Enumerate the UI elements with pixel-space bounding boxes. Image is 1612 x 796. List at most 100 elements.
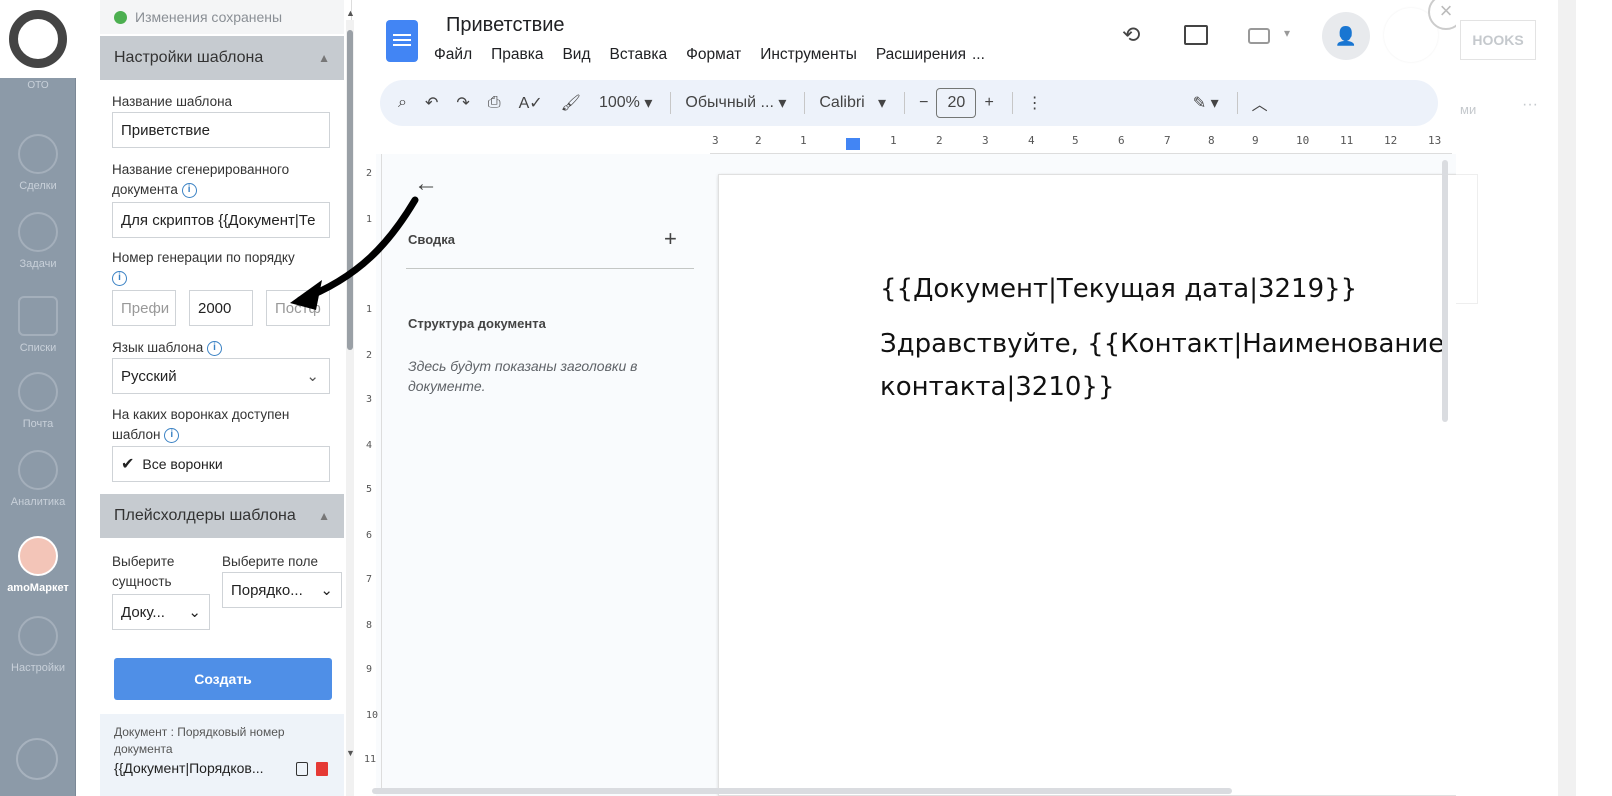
chart-icon [18, 450, 58, 490]
label-text: На каких воронках доступен шаблон [112, 407, 290, 442]
ruler-tick: 10 [1296, 134, 1310, 147]
doc-scroll-thumb[interactable] [1442, 160, 1448, 422]
font-size-increase-icon[interactable]: + [984, 88, 993, 118]
scroll-up-icon[interactable]: ▲ [346, 8, 355, 18]
info-icon[interactable]: i [164, 427, 180, 443]
menu-insert[interactable]: Вставка [610, 46, 668, 64]
document-title[interactable]: Приветствие [446, 14, 565, 37]
background-page: HOOKS ми ··· [1456, 0, 1612, 796]
menu-file[interactable]: Файл [434, 46, 472, 64]
template-name-label: Название шаблона [112, 94, 233, 109]
select-value: Доку... [121, 603, 165, 621]
collapse-menus-icon[interactable]: ︿ [1252, 88, 1268, 118]
chat-icon[interactable] [16, 738, 58, 780]
bg-partial-text: ми [1460, 102, 1477, 117]
meet-icon[interactable] [1248, 28, 1270, 44]
create-button[interactable]: Создать [114, 658, 332, 700]
lang-select[interactable]: Русский ⌄ [112, 358, 330, 394]
menu-more[interactable]: ... [972, 46, 985, 64]
print-icon[interactable]: ⎙ [488, 88, 501, 118]
more-options-icon[interactable]: ⋮ [1027, 88, 1043, 118]
font-size-decrease-icon[interactable]: − [919, 88, 928, 118]
pipelines-select[interactable]: ✔ Все воронки [112, 446, 330, 482]
info-icon[interactable]: i [112, 270, 127, 286]
spellcheck-icon[interactable]: A✓ [519, 88, 543, 118]
font-size-input[interactable]: 20 [936, 88, 977, 118]
share-user-icon[interactable]: 👤 [1322, 12, 1370, 60]
menu-extensions[interactable]: Расширения [876, 46, 966, 64]
select-value: Русский [121, 367, 177, 385]
number-input[interactable]: 2000 [189, 290, 253, 326]
font-size-value: 20 [936, 88, 977, 118]
chevron-down-icon[interactable]: ▾ [1284, 26, 1290, 40]
ruler-tick: 11 [1340, 134, 1354, 147]
field-label: Выберите поле [222, 554, 319, 569]
doc-h-scroll-thumb[interactable] [372, 788, 1232, 794]
search-icon[interactable]: ⌕ [398, 88, 407, 118]
menu-tools[interactable]: Инструменты [760, 46, 857, 64]
horizontal-ruler[interactable]: 3 2 1 1 2 3 4 5 6 7 8 9 10 11 12 13 [710, 134, 1452, 154]
ruler-tick: 2 [366, 350, 373, 361]
ruler-tick: 2 [755, 134, 762, 147]
copy-icon[interactable] [296, 762, 308, 776]
paint-format-icon[interactable]: 🖌 [561, 88, 581, 118]
comments-icon[interactable] [1184, 25, 1208, 45]
template-name-input[interactable]: Приветствие [112, 112, 330, 148]
document-body[interactable]: {{Документ|Текущая дата|3219}} Здравству… [880, 268, 1460, 409]
status-dot-icon [114, 10, 127, 24]
placeholder-code: {{Документ|Порядков... [114, 760, 264, 776]
settings-section-header[interactable]: Настройки шаблона ▲ [100, 36, 344, 80]
info-icon[interactable]: i [207, 340, 223, 356]
zoom-select[interactable]: 100% ▾ [599, 88, 652, 118]
menu-edit[interactable]: Правка [491, 46, 543, 64]
editing-mode-icon[interactable]: ✎ ▾ [1193, 88, 1219, 118]
nav-settings[interactable]: Настройки [0, 600, 76, 680]
crm-sidebar: ОТО Сделки Задачи Списки Почта Аналитика… [0, 0, 76, 796]
ruler-tick: 10 [366, 710, 379, 721]
redo-icon[interactable]: ↷ [456, 88, 469, 118]
indent-marker-icon[interactable] [846, 138, 860, 150]
menu-view[interactable]: Вид [562, 46, 590, 64]
placeholder-item: Документ : Порядковый номер документа {{… [100, 714, 344, 796]
info-icon[interactable]: i [181, 182, 197, 198]
docs-menu-bar: Файл Правка Вид Вставка Формат Инструмен… [434, 46, 1004, 64]
nav-label: amoМаркет [7, 582, 69, 594]
annotation-arrow-icon [290, 196, 419, 310]
nav-tasks[interactable]: Задачи [0, 196, 76, 276]
nav-mail[interactable]: Почта [0, 356, 76, 436]
entity-label: Выберите сущность [112, 554, 175, 589]
placeholder-title: Документ : Порядковый номер документа [114, 725, 285, 756]
nav-analytics[interactable]: Аналитика [0, 434, 76, 514]
nav-label: Настройки [11, 662, 65, 674]
more-dots-icon[interactable]: ··· [1522, 96, 1538, 114]
toolbar-divider [804, 92, 806, 114]
entity-select[interactable]: Доку... ⌄ [112, 594, 210, 630]
ruler-tick: 8 [1208, 134, 1215, 147]
prefix-input[interactable]: Префи [112, 290, 176, 326]
placeholders-section-header[interactable]: Плейсхолдеры шаблона ▲ [100, 494, 344, 538]
saved-status-text: Изменения сохранены [135, 9, 283, 25]
ruler-tick: 9 [1252, 134, 1259, 147]
hooks-button[interactable]: HOOKS [1460, 20, 1536, 60]
dollar-icon [18, 134, 58, 174]
ruler-tick: 6 [366, 530, 373, 541]
field-select[interactable]: Порядко... ⌄ [222, 572, 342, 608]
chevron-down-icon: ⌄ [320, 582, 333, 599]
docs-logo-icon[interactable] [386, 20, 418, 62]
nav-market[interactable]: amoМаркет [0, 520, 76, 600]
undo-icon[interactable]: ↶ [425, 88, 438, 118]
add-summary-icon[interactable]: + [664, 226, 677, 252]
check-icon [18, 212, 58, 252]
ruler-tick: 13 [1428, 134, 1442, 147]
scroll-down-icon[interactable]: ▼ [346, 748, 355, 758]
trash-icon[interactable] [316, 762, 328, 776]
page-scrollbar[interactable] [1558, 0, 1576, 796]
nav-deals[interactable]: Сделки [0, 118, 76, 198]
ruler-tick: 3 [366, 394, 373, 405]
menu-format[interactable]: Формат [686, 46, 741, 64]
crm-logo[interactable] [0, 0, 76, 78]
font-select[interactable]: Calibri ▾ [819, 88, 886, 118]
history-icon[interactable]: ⟲ [1122, 22, 1140, 48]
style-select[interactable]: Обычный ... ▾ [685, 88, 786, 118]
nav-lists[interactable]: Списки [0, 280, 76, 360]
